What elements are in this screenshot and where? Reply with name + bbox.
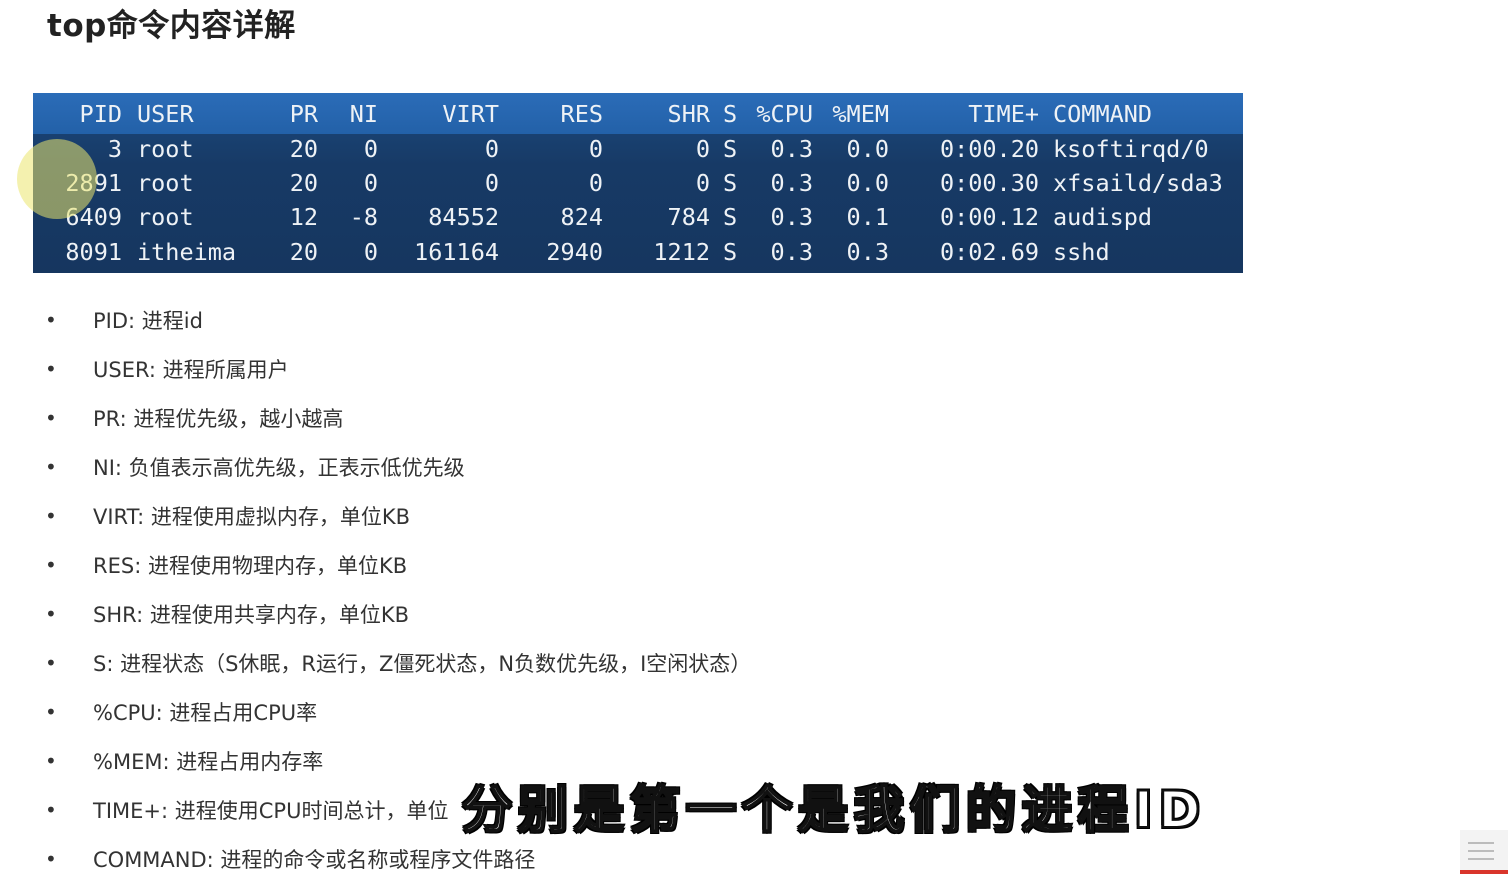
cell-mem: 0.3 [846, 238, 889, 266]
cell-ni: 0 [363, 169, 378, 197]
cell-cpu: 0.3 [770, 203, 813, 231]
list-item-text: COMMAND: 进程的命令或名称或程序文件路径 [93, 848, 536, 872]
cell-res: 824 [560, 203, 603, 231]
cell-res: 0 [588, 135, 603, 163]
cell-shr: 1212 [653, 238, 710, 266]
bullet-icon: • [45, 406, 57, 430]
cell-virt: 0 [484, 169, 499, 197]
col-header-user: USER [137, 100, 194, 128]
cell-cpu: 0.3 [770, 135, 813, 163]
col-header-command: COMMAND [1053, 100, 1153, 128]
cursor-highlight [17, 139, 97, 219]
bullet-icon: • [45, 504, 57, 528]
cell-s: S [723, 169, 738, 197]
col-header-ni: NI [349, 100, 378, 128]
top-output-table: PID USER PR NI VIRT RES SHR S %CPU %MEM TIME+ COMMA… [33, 93, 1243, 273]
col-header-time: TIME+ [968, 100, 1039, 128]
cell-command: sshd [1053, 238, 1110, 266]
cell-mem: 0.0 [846, 135, 889, 163]
cell-ni: -8 [349, 203, 378, 231]
cell-mem: 0.0 [846, 169, 889, 197]
list-item-text: RES: 进程使用物理内存，单位KB [93, 554, 408, 578]
list-item-text: S: 进程状态（S休眠，R运行，Z僵死状态，N负数优先级，I空闲状态） [93, 652, 752, 676]
bullet-icon: • [45, 700, 57, 724]
cell-ni: 0 [363, 135, 378, 163]
cell-time: 0:00.12 [939, 203, 1039, 231]
cell-pid: 8091 [65, 238, 122, 266]
bullet-icon: • [45, 749, 57, 773]
cell-res: 0 [588, 169, 603, 197]
menu-icon[interactable] [1460, 830, 1508, 874]
cell-time: 0:02.69 [939, 238, 1039, 266]
cell-mem: 0.1 [846, 203, 889, 231]
cell-ni: 0 [363, 238, 378, 266]
col-header-virt: VIRT [442, 100, 499, 128]
cell-shr: 0 [695, 169, 710, 197]
cell-virt: 84552 [428, 203, 499, 231]
list-item-text: %MEM: 进程占用内存率 [93, 750, 324, 774]
cell-cpu: 0.3 [770, 238, 813, 266]
cell-command: xfsaild/sda3 [1053, 169, 1223, 197]
cell-pr: 20 [289, 169, 318, 197]
cell-s: S [723, 203, 738, 231]
list-item-text: PR: 进程优先级，越小越高 [93, 407, 344, 431]
list-item: • RES: 进程使用物理内存，单位KB [0, 541, 900, 590]
list-item: • SHR: 进程使用共享内存，单位KB [0, 590, 900, 639]
col-header-shr: SHR [667, 100, 710, 128]
cell-time: 0:00.30 [939, 169, 1039, 197]
cell-pr: 12 [289, 203, 318, 231]
video-subtitle: 分别是第一个是我们的进程ID [461, 780, 1207, 840]
col-header-mem: %MEM [832, 100, 889, 128]
cell-command: ksoftirqd/0 [1053, 135, 1209, 163]
list-item: • NI: 负值表示高优先级，正表示低优先级 [0, 443, 900, 492]
list-item: • USER: 进程所属用户 [0, 345, 900, 394]
cell-user: root [137, 169, 194, 197]
cell-user: root [137, 135, 194, 163]
cell-user: itheima [137, 238, 237, 266]
bullet-icon: • [45, 651, 57, 675]
list-item-text: SHR: 进程使用共享内存，单位KB [93, 603, 409, 627]
list-item: • PR: 进程优先级，越小越高 [0, 394, 900, 443]
list-item: • VIRT: 进程使用虚拟内存，单位KB [0, 492, 900, 541]
cell-virt: 161164 [414, 238, 499, 266]
bullet-icon: • [45, 602, 57, 626]
list-item: • PID: 进程id [0, 296, 900, 345]
bullet-icon: • [45, 553, 57, 577]
cell-user: root [137, 203, 194, 231]
cell-pr: 20 [289, 238, 318, 266]
bullet-icon: • [45, 847, 57, 871]
list-item-text: %CPU: 进程占用CPU率 [93, 701, 318, 725]
bullet-icon: • [45, 357, 57, 381]
cell-s: S [723, 238, 738, 266]
col-header-pid: PID [79, 100, 122, 128]
bullet-icon: • [45, 455, 57, 479]
cell-cpu: 0.3 [770, 169, 813, 197]
slide-page: top命令内容详解 PID USER PR NI VIRT RES SHR S %CPU %MEM… [0, 0, 1508, 874]
bullet-icon: • [45, 308, 57, 332]
list-item: • S: 进程状态（S休眠，R运行，Z僵死状态，N负数优先级，I空闲状态） [0, 639, 900, 688]
list-item-text: USER: 进程所属用户 [93, 358, 289, 382]
list-item: • %CPU: 进程占用CPU率 [0, 688, 900, 737]
list-item-text: NI: 负值表示高优先级，正表示低优先级 [93, 456, 465, 480]
page-title: top命令内容详解 [47, 8, 296, 44]
list-item-text: TIME+: 进程使用CPU时间总计，单位 [93, 799, 449, 823]
cell-shr: 784 [667, 203, 710, 231]
col-header-res: RES [560, 100, 603, 128]
cell-command: audispd [1053, 203, 1153, 231]
col-header-pr: PR [289, 100, 318, 128]
list-item-text: PID: 进程id [93, 309, 203, 333]
cell-pr: 20 [289, 135, 318, 163]
cell-time: 0:00.20 [939, 135, 1039, 163]
col-header-cpu: %CPU [756, 100, 813, 128]
cell-pid: 3 [107, 135, 122, 163]
col-header-s: S [723, 100, 738, 128]
bullet-icon: • [45, 798, 57, 822]
list-item-text: VIRT: 进程使用虚拟内存，单位KB [93, 505, 411, 529]
cell-s: S [723, 135, 738, 163]
cell-shr: 0 [695, 135, 710, 163]
cell-res: 2940 [546, 238, 603, 266]
cell-virt: 0 [484, 135, 499, 163]
